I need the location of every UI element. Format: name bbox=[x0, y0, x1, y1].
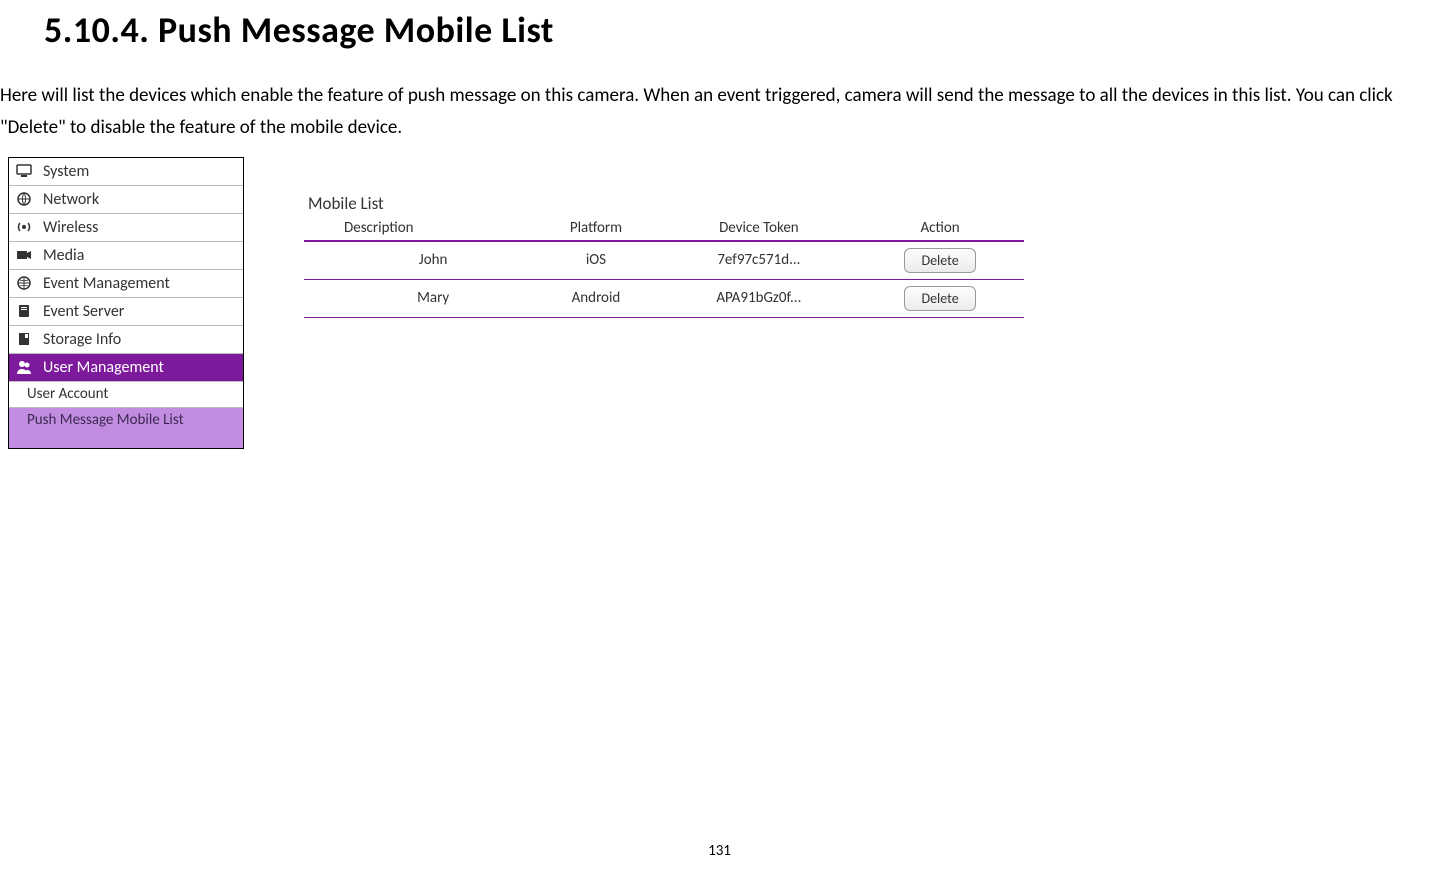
sidebar-item-event-management[interactable]: Event Management bbox=[9, 270, 243, 298]
user-icon bbox=[15, 358, 33, 376]
server-icon bbox=[15, 302, 33, 320]
sidebar-label: User Management bbox=[43, 358, 243, 377]
cell-description: John bbox=[304, 241, 530, 280]
col-description: Description bbox=[304, 216, 530, 241]
cell-platform: iOS bbox=[530, 241, 661, 280]
sidebar-sub-user-account[interactable]: User Account bbox=[9, 382, 243, 408]
sidebar-nav: System Network Wireless Media Event Mana… bbox=[8, 157, 244, 449]
delete-button[interactable]: Delete bbox=[904, 248, 975, 273]
sidebar-item-network[interactable]: Network bbox=[9, 186, 243, 214]
sidebar-sub-push-message[interactable]: Push Message Mobile List bbox=[9, 408, 243, 448]
sidebar-label: Storage Info bbox=[43, 330, 243, 349]
mobile-list-title: Mobile List bbox=[304, 193, 1024, 214]
cell-action: Delete bbox=[856, 279, 1024, 317]
sidebar-item-storage-info[interactable]: Storage Info bbox=[9, 326, 243, 354]
table-header-row: Description Platform Device Token Action bbox=[304, 216, 1024, 241]
cell-platform: Android bbox=[530, 279, 661, 317]
col-device-token: Device Token bbox=[662, 216, 856, 241]
cell-token: APA91bGz0f... bbox=[662, 279, 856, 317]
sidebar-label: Event Management bbox=[43, 274, 243, 293]
col-platform: Platform bbox=[530, 216, 661, 241]
sidebar-label: System bbox=[43, 162, 243, 181]
sidebar-label: User Account bbox=[27, 385, 243, 403]
storage-icon bbox=[15, 330, 33, 348]
section-heading: 5.10.4. Push Message Mobile List bbox=[0, 0, 1439, 52]
page-number: 131 bbox=[0, 842, 1439, 860]
col-action: Action bbox=[856, 216, 1024, 241]
delete-button[interactable]: Delete bbox=[904, 286, 975, 311]
cell-token: 7ef97c571d... bbox=[662, 241, 856, 280]
monitor-icon bbox=[15, 162, 33, 180]
content-row: System Network Wireless Media Event Mana… bbox=[0, 157, 1439, 449]
sidebar-item-event-server[interactable]: Event Server bbox=[9, 298, 243, 326]
sidebar-item-media[interactable]: Media bbox=[9, 242, 243, 270]
globe-icon bbox=[15, 190, 33, 208]
antenna-icon bbox=[15, 218, 33, 236]
sidebar-label: Push Message Mobile List bbox=[27, 411, 243, 429]
mobile-list-table: Description Platform Device Token Action… bbox=[304, 216, 1024, 318]
sidebar-item-wireless[interactable]: Wireless bbox=[9, 214, 243, 242]
cell-action: Delete bbox=[856, 241, 1024, 280]
table-row: Mary Android APA91bGz0f... Delete bbox=[304, 279, 1024, 317]
sidebar-label: Wireless bbox=[43, 218, 243, 237]
sidebar-label: Media bbox=[43, 246, 243, 265]
sidebar-label: Network bbox=[43, 190, 243, 209]
camera-icon bbox=[15, 246, 33, 264]
cell-description: Mary bbox=[304, 279, 530, 317]
sidebar-label: Event Server bbox=[43, 302, 243, 321]
globe2-icon bbox=[15, 274, 33, 292]
sidebar-item-user-management[interactable]: User Management bbox=[9, 354, 243, 382]
mobile-list-panel: Mobile List Description Platform Device … bbox=[304, 193, 1024, 318]
table-row: John iOS 7ef97c571d... Delete bbox=[304, 241, 1024, 280]
sidebar-item-system[interactable]: System bbox=[9, 158, 243, 186]
section-description: Here will list the devices which enable … bbox=[0, 52, 1439, 145]
